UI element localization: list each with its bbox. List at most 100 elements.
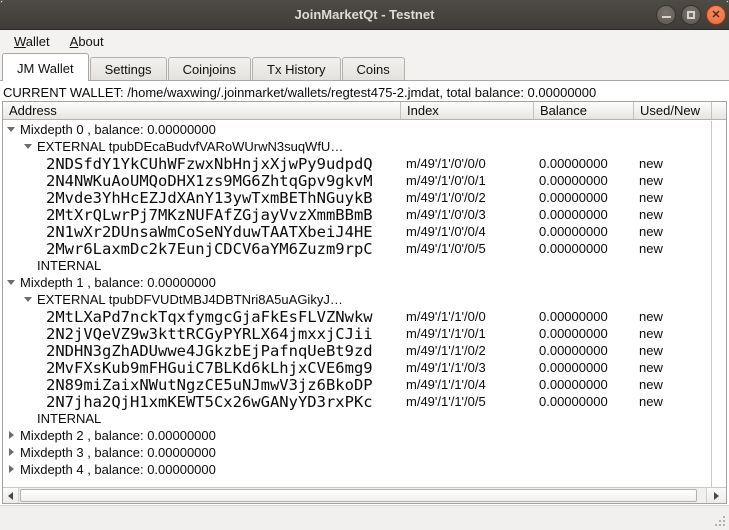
address-text: 2Mvde3YhHcEZJdXAnY13ywTxmBEThNGuykB xyxy=(46,189,373,207)
collapse-icon[interactable] xyxy=(24,142,33,151)
address-cell: 2MtXrQLwrPj7MKzNUFAfZGjayVvzXmmBBmB xyxy=(3,206,401,224)
tree-row[interactable]: 2NDSfdY1YkCUhWFzwxNbHnjxXjwPy9udpdQm/49'… xyxy=(3,155,726,172)
row-label: INTERNAL xyxy=(37,411,101,426)
scroll-right-button[interactable] xyxy=(706,488,726,503)
tree-row[interactable]: 2Mvde3YhHcEZJdXAnY13ywTxmBEThNGuykBm/49'… xyxy=(3,189,726,206)
balance-cell: 0.00000000 xyxy=(534,207,634,222)
vertical-scrollbar-gutter[interactable] xyxy=(711,121,726,487)
status-cell: new xyxy=(634,207,712,222)
address-cell: 2N4NWKuAoUMQoDHX1zs9MG6ZhtqGpv9gkvM xyxy=(3,172,401,190)
window-title: JoinMarketQt - Testnet xyxy=(0,0,729,29)
address-text: 2N1wXr2DUnsaWmCoSeNYduwTAATXbeiJ4HE xyxy=(46,223,373,241)
address-cell: 2Mvde3YhHcEZJdXAnY13ywTxmBEThNGuykB xyxy=(3,189,401,207)
chevron-left-icon xyxy=(8,492,13,500)
column-header-index[interactable]: Index xyxy=(401,102,534,119)
tab-tx-history[interactable]: Tx History xyxy=(252,57,341,81)
title-bar[interactable]: JoinMarketQt - Testnet ✕ xyxy=(0,0,729,30)
address-cell: Mixdepth 2 , balance: 0.00000000 xyxy=(3,428,401,443)
tab-pane: CURRENT WALLET: /home/waxwing/.joinmarke… xyxy=(0,80,729,505)
address-cell: INTERNAL xyxy=(3,258,401,273)
address-text: 2N4NWKuAoUMQoDHX1zs9MG6ZhtqGpv9gkvM xyxy=(46,172,373,190)
tree-row[interactable]: INTERNAL xyxy=(3,257,726,274)
tree-row[interactable]: 2N1wXr2DUnsaWmCoSeNYduwTAATXbeiJ4HEm/49'… xyxy=(3,223,726,240)
address-cell: 2N1wXr2DUnsaWmCoSeNYduwTAATXbeiJ4HE xyxy=(3,223,401,241)
tree-row[interactable]: Mixdepth 0 , balance: 0.00000000 xyxy=(3,121,726,138)
tree-row[interactable]: EXTERNAL tpubDEcaBudvfVARoWUrwN3suqWfU… xyxy=(3,138,726,155)
menu-item-wallet[interactable]: Wallet xyxy=(4,32,60,51)
tree-row[interactable]: 2N4NWKuAoUMQoDHX1zs9MG6ZhtqGpv9gkvMm/49'… xyxy=(3,172,726,189)
row-label: EXTERNAL tpubDFVUDtMBJ4DBTNri8A5uAGikyJ… xyxy=(37,292,343,307)
close-icon: ✕ xyxy=(711,10,720,21)
app-window: JoinMarketQt - Testnet ✕ WalletAbout JM … xyxy=(0,0,729,530)
tree-row[interactable]: 2MvFXsKub9mFHGuiC7BLKd6kLhjxCVE6mg9 m/49'… xyxy=(3,359,726,376)
balance-cell: 0.00000000 xyxy=(534,190,634,205)
close-button[interactable]: ✕ xyxy=(706,5,726,25)
current-wallet-banner: CURRENT WALLET: /home/waxwing/.joinmarke… xyxy=(3,85,726,100)
index-cell: m/49'/1'/1'/0/4 xyxy=(401,377,534,392)
index-cell: m/49'/1'/1'/0/5 xyxy=(401,394,534,409)
address-cell: 2N7jha2QjH1xmKEWT5Cx26wGANyYD3rxPKc xyxy=(3,393,401,411)
collapse-icon[interactable] xyxy=(24,295,33,304)
balance-cell: 0.00000000 xyxy=(534,156,634,171)
tree-row[interactable]: Mixdepth 4 , balance: 0.00000000 xyxy=(3,461,726,478)
address-cell: Mixdepth 3 , balance: 0.00000000 xyxy=(3,445,401,460)
address-text: 2N89miZaixNWutNgzCE5uNJmwV3jz6BkoDP xyxy=(46,376,373,394)
horizontal-scrollbar[interactable] xyxy=(3,487,726,503)
collapse-icon[interactable] xyxy=(7,125,16,134)
tree-row[interactable]: Mixdepth 1 , balance: 0.00000000 xyxy=(3,274,726,291)
balance-cell: 0.00000000 xyxy=(534,343,634,358)
balance-cell: 0.00000000 xyxy=(534,173,634,188)
column-header-used-new[interactable]: Used/New xyxy=(634,102,712,119)
column-header-address[interactable]: Address xyxy=(3,102,401,119)
tree-row[interactable]: 2N7jha2QjH1xmKEWT5Cx26wGANyYD3rxPKcm/49'… xyxy=(3,393,726,410)
resize-grip-icon[interactable] xyxy=(711,512,725,526)
balance-cell: 0.00000000 xyxy=(534,309,634,324)
scroll-left-button[interactable] xyxy=(3,488,19,503)
tab-jm-wallet[interactable]: JM Wallet xyxy=(2,53,89,81)
tab-coinjoins[interactable]: Coinjoins xyxy=(168,57,251,81)
scrollbar-thumb[interactable] xyxy=(20,489,697,502)
row-label: INTERNAL xyxy=(37,258,101,273)
index-cell: m/49'/1'/0'/0/3 xyxy=(401,207,534,222)
tree-row[interactable]: 2MtXrQLwrPj7MKzNUFAfZGjayVvzXmmBBmBm/49'… xyxy=(3,206,726,223)
minimize-button[interactable] xyxy=(656,5,676,25)
row-label: Mixdepth 0 , balance: 0.00000000 xyxy=(20,122,216,137)
index-cell: m/49'/1'/1'/0/2 xyxy=(401,343,534,358)
tree-row[interactable]: 2NDHN3gZhADUwwe4JGkzbEjPafnqUeBt9zd m/49'… xyxy=(3,342,726,359)
address-cell: 2NDSfdY1YkCUhWFzwxNbHnjxXjwPy9udpdQ xyxy=(3,155,401,173)
address-cell: Mixdepth 1 , balance: 0.00000000 xyxy=(3,275,401,290)
scrollbar-track[interactable] xyxy=(19,488,706,503)
tree-row[interactable]: EXTERNAL tpubDFVUDtMBJ4DBTNri8A5uAGikyJ… xyxy=(3,291,726,308)
tree-row[interactable]: 2Mwr6LaxmDc2k7EunjCDCV6aYM6Zuzm9rpCm/49'… xyxy=(3,240,726,257)
address-text: 2NDHN3gZhADUwwe4JGkzbEjPafnqUeBt9zd xyxy=(46,342,373,360)
chevron-right-icon xyxy=(714,492,719,500)
index-cell: m/49'/1'/0'/0/5 xyxy=(401,241,534,256)
menu-item-about[interactable]: About xyxy=(60,32,114,51)
tree-row[interactable]: 2MtLXaPd7nckTqxfymgcGjaFkEsFLVZNwkwm/49'… xyxy=(3,308,726,325)
row-label: Mixdepth 4 , balance: 0.00000000 xyxy=(20,462,216,477)
balance-cell: 0.00000000 xyxy=(534,377,634,392)
expand-icon[interactable] xyxy=(7,448,16,457)
tab-coins[interactable]: Coins xyxy=(342,57,405,81)
status-cell: new xyxy=(634,190,712,205)
status-cell: new xyxy=(634,326,712,341)
tree-row[interactable]: 2N89miZaixNWutNgzCE5uNJmwV3jz6BkoDP m/49'… xyxy=(3,376,726,393)
tree-row[interactable]: 2N2jVQeVZ9w3kttRCGyPYRLX64jmxxjCJiim/49'… xyxy=(3,325,726,342)
balance-cell: 0.00000000 xyxy=(534,394,634,409)
address-cell: 2Mwr6LaxmDc2k7EunjCDCV6aYM6Zuzm9rpC xyxy=(3,240,401,258)
collapse-icon[interactable] xyxy=(7,278,16,287)
status-cell: new xyxy=(634,377,712,392)
address-text: 2MvFXsKub9mFHGuiC7BLKd6kLhjxCVE6mg9 xyxy=(46,359,373,377)
status-cell: new xyxy=(634,343,712,358)
tab-settings[interactable]: Settings xyxy=(90,57,167,81)
expand-icon[interactable] xyxy=(7,465,16,474)
tree-row[interactable]: Mixdepth 2 , balance: 0.00000000 xyxy=(3,427,726,444)
column-header-balance[interactable]: Balance xyxy=(534,102,634,119)
index-cell: m/49'/1'/1'/0/3 xyxy=(401,360,534,375)
tree-row[interactable]: Mixdepth 3 , balance: 0.00000000 xyxy=(3,444,726,461)
tree-row[interactable]: INTERNAL xyxy=(3,410,726,427)
expand-icon[interactable] xyxy=(7,431,16,440)
minimize-icon xyxy=(662,16,671,18)
maximize-button[interactable] xyxy=(681,5,701,25)
balance-cell: 0.00000000 xyxy=(534,326,634,341)
